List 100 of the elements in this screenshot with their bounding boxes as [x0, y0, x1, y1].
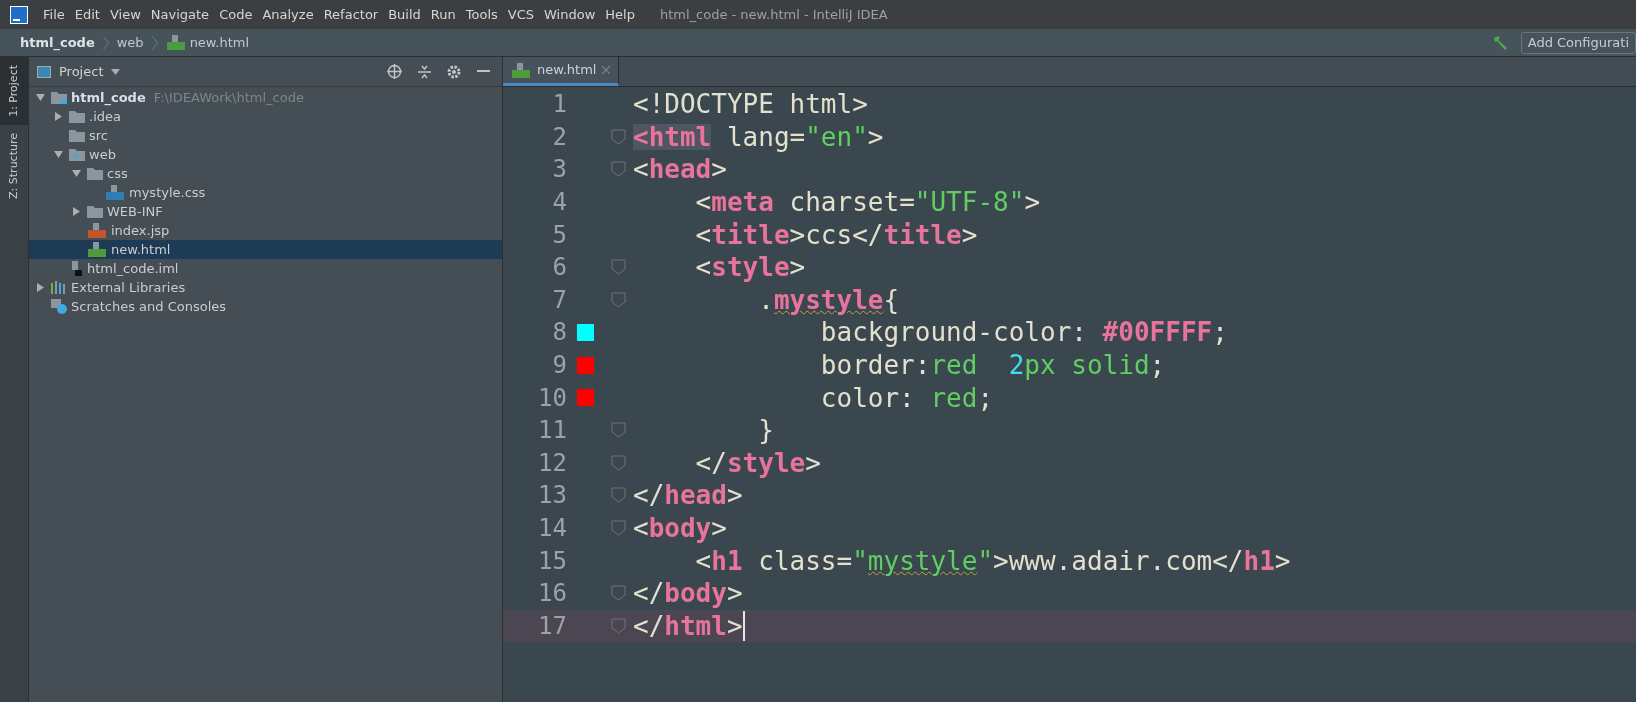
dropdown-caret-icon[interactable] [111, 68, 121, 75]
panel-title[interactable]: Project [59, 61, 104, 82]
text-cursor [742, 610, 745, 641]
menu-item[interactable]: VCS [502, 4, 540, 25]
settings-icon[interactable] [447, 64, 461, 79]
menu-item[interactable]: Edit [69, 4, 105, 25]
fold-marker-icon[interactable] [610, 585, 626, 602]
expanded-arrow-icon[interactable] [71, 169, 81, 178]
fold-marker-icon[interactable] [610, 128, 626, 145]
menu-item[interactable]: Tools [460, 4, 503, 25]
html-file-icon [165, 35, 186, 50]
tree-item[interactable]: css [29, 164, 502, 183]
menu-item[interactable]: Navigate [145, 4, 215, 25]
tree-item-label: html_code.iml [87, 259, 179, 278]
breadcrumb[interactable]: html_code [20, 32, 95, 53]
menu-item[interactable]: Help [600, 4, 640, 25]
side-tab[interactable]: 1: Project [0, 57, 28, 125]
code-line: <body> [633, 515, 727, 541]
collapsed-arrow-icon[interactable] [35, 283, 45, 292]
folder-icon [87, 167, 103, 180]
tree-item-label: src [89, 126, 108, 145]
line-number: 1 [551, 89, 567, 121]
close-icon[interactable] [602, 66, 611, 74]
window-title: html_code - new.html - IntelliJ IDEA [659, 5, 888, 24]
tree-item[interactable]: src [29, 126, 502, 145]
menu-item[interactable]: Run [425, 4, 461, 25]
code-line: </html> [633, 610, 745, 641]
code-line: </style> [694, 449, 821, 476]
code-line: <style> [694, 254, 806, 281]
menu-item[interactable]: Window [539, 4, 601, 25]
code-line: <meta charset="UTF-8"> [694, 189, 1041, 216]
tree-item[interactable]: web [29, 145, 502, 164]
menu-item[interactable]: Build [383, 4, 426, 25]
breadcrumb[interactable]: web [116, 32, 144, 53]
menu-item[interactable]: Refactor [318, 4, 384, 25]
tree-item[interactable]: new.html [29, 240, 502, 259]
tree-item[interactable]: index.jsp [29, 221, 502, 240]
menu-item[interactable]: View [104, 4, 146, 25]
menu-item[interactable]: File [38, 4, 70, 25]
fold-marker-icon[interactable] [610, 617, 626, 634]
line-number: 7 [551, 284, 567, 316]
line-number: 11 [537, 415, 567, 447]
line-number: 4 [551, 187, 567, 219]
locate-icon[interactable] [387, 64, 402, 79]
tree-item[interactable]: Scratches and Consoles [29, 297, 502, 316]
tree-item-label: html_code [71, 88, 146, 108]
tree-item-label: WEB-INF [107, 202, 163, 221]
code-line: .mystyle{ [757, 286, 900, 313]
expanded-arrow-icon[interactable] [35, 93, 45, 102]
tree-item-label: web [89, 145, 116, 164]
tree-item[interactable]: mystyle.css [29, 183, 502, 202]
html-file-icon [87, 242, 107, 257]
tree-item[interactable]: .idea [29, 107, 502, 126]
breadcrumb[interactable]: new.html [189, 32, 250, 53]
line-number: 6 [551, 252, 567, 284]
add-configuration-button[interactable]: Add Configurati [1520, 31, 1636, 54]
code-line: border:red 2px solid; [819, 352, 1166, 379]
fold-marker-icon[interactable] [610, 454, 626, 471]
code-line: <head> [633, 156, 727, 183]
tree-item-label: Scratches and Consoles [71, 297, 227, 316]
folder-icon [69, 148, 85, 161]
line-number: 16 [537, 578, 567, 610]
collapse-all-icon[interactable] [418, 64, 431, 79]
html-file-icon [511, 62, 531, 78]
editor-tab[interactable]: new.html [503, 57, 620, 86]
scratches-icon [51, 299, 67, 314]
collapsed-arrow-icon[interactable] [53, 112, 63, 121]
panel-icon [37, 65, 51, 78]
chevron-icon [151, 35, 158, 50]
tree-item[interactable]: External Libraries [29, 278, 502, 297]
fold-marker-icon[interactable] [610, 259, 626, 276]
code-line: <title>ccs</title> [694, 221, 978, 248]
line-number: 13 [537, 480, 567, 512]
line-number: 10 [537, 382, 567, 414]
fold-marker-icon[interactable] [610, 291, 626, 308]
tree-item-label: css [107, 164, 128, 183]
fold-marker-icon[interactable] [610, 161, 626, 178]
tree-item-label: .idea [89, 107, 121, 126]
tree-item[interactable]: html_code.iml [29, 259, 502, 278]
tree-item[interactable]: html_code F:\IDEAWork\html_code [29, 88, 502, 107]
side-tab[interactable]: Z: Structure [0, 124, 28, 207]
menu-item[interactable]: Code [214, 4, 258, 25]
hammer-icon[interactable] [1492, 35, 1509, 50]
code-line: </head> [633, 482, 743, 509]
tree-item-label: index.jsp [111, 221, 170, 240]
expanded-arrow-icon[interactable] [53, 150, 63, 159]
tree-item-label: new.html [111, 240, 171, 259]
menu-item[interactable]: Analyze [257, 4, 319, 25]
code-line: <h1 class="mystyle">www.adair.com</h1> [694, 547, 1291, 574]
line-number: 12 [537, 447, 567, 479]
fold-marker-icon[interactable] [610, 487, 626, 504]
folder-icon [87, 205, 103, 218]
line-number: 5 [551, 219, 567, 251]
tree-item[interactable]: WEB-INF [29, 202, 502, 221]
code-line: } [757, 417, 774, 444]
minimize-icon[interactable] [477, 70, 490, 73]
collapsed-arrow-icon[interactable] [71, 207, 81, 216]
jsp-file-icon [87, 223, 107, 238]
fold-marker-icon[interactable] [610, 520, 626, 536]
fold-marker-icon[interactable] [610, 422, 626, 439]
